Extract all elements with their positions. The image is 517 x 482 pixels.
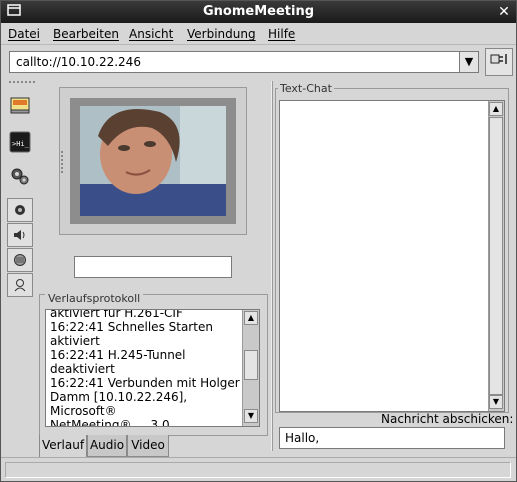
toolbar-grip[interactable] — [9, 81, 35, 84]
title-bar: GnomeMeeting ✕ — [1, 1, 516, 23]
window-title: GnomeMeeting — [202, 4, 315, 19]
log-scroll-up-icon[interactable]: ▲ — [244, 311, 258, 325]
video-border — [70, 98, 236, 224]
video-button[interactable] — [7, 248, 33, 272]
menu-bar: Datei Bearbeiten Ansicht Verbindung Hilf… — [1, 23, 516, 45]
video-panel — [59, 87, 247, 235]
chat-scroll-thumb[interactable] — [489, 117, 503, 395]
settings-icon[interactable] — [7, 93, 33, 117]
window-menu-icon[interactable] — [5, 3, 23, 21]
terminal-icon[interactable]: >Hi_ — [7, 130, 33, 154]
tab-verlauf[interactable]: Verlauf — [39, 435, 87, 458]
addressbook-button[interactable] — [7, 273, 33, 297]
log-text: aktiviert für H.261-CIF 16:22:41 Schnell… — [50, 309, 240, 427]
chat-title: Text-Chat — [278, 82, 334, 95]
menu-ansicht[interactable]: Ansicht — [129, 27, 173, 41]
chat-history[interactable]: ▲ ▼ — [279, 100, 505, 412]
record-button[interactable] — [7, 198, 33, 222]
log-scroll-down-icon[interactable]: ▼ — [244, 409, 258, 423]
chat-message-input[interactable]: Hallo, — [279, 427, 505, 449]
address-input[interactable]: callto://10.10.22.246 — [9, 51, 479, 73]
menu-datei[interactable]: Datei — [8, 27, 40, 41]
record-icon — [15, 205, 25, 215]
video-status-field — [74, 256, 232, 278]
tab-video[interactable]: Video — [127, 435, 169, 457]
log-scroll-thumb[interactable] — [244, 350, 258, 380]
plug-icon — [490, 54, 507, 64]
svg-text:>Hi_: >Hi_ — [12, 140, 30, 148]
chat-scroll-down-icon[interactable]: ▼ — [489, 395, 503, 409]
status-cell — [5, 462, 511, 478]
connect-button[interactable] — [485, 48, 513, 76]
gears-icon[interactable] — [7, 164, 33, 188]
gnomemeeting-window: GnomeMeeting ✕ Datei Bearbeiten Ansicht … — [0, 0, 517, 482]
address-dropdown-button[interactable]: ▼ — [459, 51, 479, 73]
log-title: Verlaufsprotokoll — [45, 292, 144, 305]
tab-audio[interactable]: Audio — [87, 435, 127, 457]
log-scrollbar[interactable]: ▲ ▼ — [242, 310, 259, 426]
menu-verbindung[interactable]: Verbindung — [187, 27, 256, 41]
chat-scroll-up-icon[interactable]: ▲ — [489, 102, 503, 116]
panel-grip[interactable] — [61, 151, 67, 173]
send-message-label: Nachricht abschicken: — [381, 412, 514, 426]
chat-scrollbar[interactable]: ▲ ▼ — [488, 101, 504, 411]
addressbook-icon — [14, 279, 26, 292]
log-textarea[interactable]: aktiviert für H.261-CIF 16:22:41 Schnell… — [45, 309, 260, 427]
speaker-icon — [14, 230, 25, 240]
status-bar — [1, 457, 516, 481]
address-value: callto://10.10.22.246 — [16, 55, 141, 69]
pane-splitter[interactable] — [271, 81, 273, 451]
close-icon[interactable]: ✕ — [495, 3, 513, 21]
video-icon — [14, 254, 26, 266]
menu-hilfe[interactable]: Hilfe — [268, 27, 295, 41]
video-image — [80, 106, 226, 216]
menu-bearbeiten[interactable]: Bearbeiten — [53, 27, 119, 41]
speaker-button[interactable] — [7, 223, 33, 247]
chat-input-value: Hallo, — [285, 431, 320, 445]
